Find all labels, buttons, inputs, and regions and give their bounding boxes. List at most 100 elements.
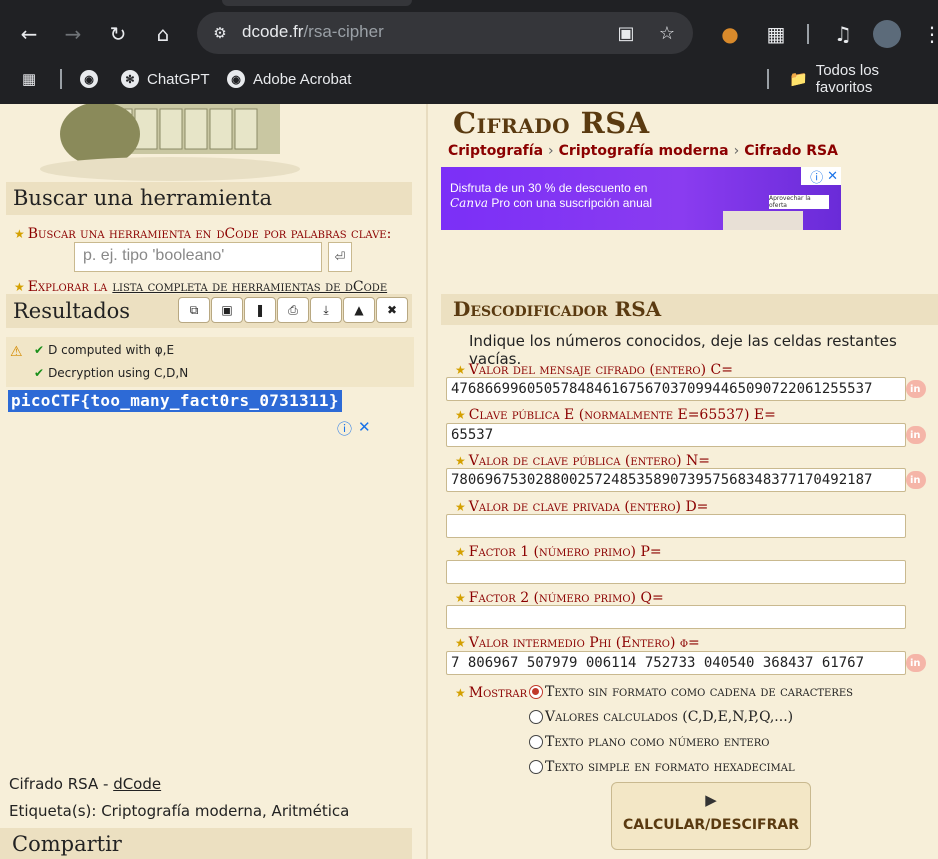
search-prompt: ★ Buscar una herramienta en dCode por pal… [14, 223, 391, 242]
breadcrumb-item[interactable]: Criptografía [448, 143, 543, 159]
ciphertext-input[interactable]: 4768669960505784846167567037099446509072… [446, 377, 906, 401]
apps-icon[interactable]: ▦ [22, 66, 36, 92]
all-bookmarks[interactable]: 📁 Todos los favoritos [789, 62, 938, 96]
field-label-e: ★ Clave pública E (normalmente E=65537) E… [455, 404, 776, 423]
full-tool-list-link[interactable]: lista completa de herramientas de dCode [112, 279, 387, 295]
home-icon[interactable]: ⌂ [149, 20, 177, 48]
show-label-text: Mostrar [468, 685, 528, 701]
breadcrumb: Criptografía › Criptografía moderna › Cifrad… [448, 143, 838, 159]
info-icon[interactable]: in [906, 654, 926, 672]
globe-icon[interactable]: ◉ [80, 66, 98, 92]
radio-calculated-values[interactable]: Valores calculados (C,D,E,N,P,Q,...) [529, 709, 793, 725]
results-toolbar: ⧉ ▣ ❚ ⎙ ⤓ ▲ ✖ [178, 297, 408, 323]
bookmark-acrobat[interactable]: ◉ Adobe Acrobat [227, 66, 351, 92]
phi-input[interactable]: 7 806967 507979 006114 752733 040540 368… [446, 651, 906, 675]
modulus-input[interactable]: 7806967530288002572485358907395756834837… [446, 468, 906, 492]
extensions-icon[interactable]: ▦ [762, 20, 790, 48]
info-icon[interactable]: in [906, 471, 926, 489]
radio-plaintext-integer[interactable]: Texto plano como número entero [529, 734, 769, 750]
star-icon: ★ [455, 500, 466, 514]
radio-icon[interactable] [529, 735, 543, 749]
star-icon: ★ [14, 227, 25, 241]
back-icon[interactable]: ← [15, 20, 43, 48]
field-label-text: Factor 2 (número primo) Q= [468, 590, 664, 606]
breadcrumb-item[interactable]: Cifrado RSA [744, 143, 838, 159]
radio-selected-icon[interactable] [529, 685, 543, 699]
url-text[interactable]: dcode.fr/rsa-cipher [242, 22, 384, 42]
bookmark-divider [767, 69, 769, 89]
screenshot-icon[interactable]: ▣ [211, 297, 243, 323]
translate-icon[interactable]: ▣ [615, 22, 637, 44]
copy-icon[interactable]: ⧉ [178, 297, 210, 323]
canva-ad-banner[interactable]: Disfruta de un 30 % de descuento en Canva… [441, 167, 841, 230]
public-exponent-input[interactable]: 65537 [446, 423, 906, 447]
search-prompt-site: dCode [216, 226, 259, 242]
breadcrumb-item[interactable]: Criptografía moderna [559, 143, 729, 159]
media-control-icon[interactable]: ♫ [829, 20, 857, 48]
address-bar[interactable]: ⚙ dcode.fr/rsa-cipher ▣ ☆ [197, 12, 693, 54]
ad-close-icon[interactable]: ✕ [827, 169, 838, 184]
menu-icon[interactable]: ⋮ [918, 20, 938, 48]
active-tab[interactable] [222, 0, 412, 6]
field-label-q: ★ Factor 2 (número primo) Q= [455, 587, 664, 606]
page-title: Cifrado RSA [453, 106, 650, 140]
search-prompt-suffix: por palabras clave: [263, 226, 392, 242]
ad-info-icon[interactable]: ⓘ [337, 418, 352, 439]
print-icon[interactable]: ⎙ [277, 297, 309, 323]
ad-close-icon[interactable]: ✕ [358, 418, 371, 436]
dcode-link[interactable]: dCode [113, 775, 161, 793]
play-icon: ▶ [705, 791, 717, 809]
field-label-text: Valor de clave pública (entero) N= [468, 453, 711, 469]
star-icon: ★ [455, 363, 466, 377]
close-results-icon[interactable]: ✖ [376, 297, 408, 323]
search-section-title: Buscar una herramienta [6, 182, 412, 215]
forward-icon[interactable]: → [59, 20, 87, 48]
search-prompt-prefix: Buscar una herramienta en [27, 226, 212, 242]
tool-search-input[interactable]: p. ej. tipo 'booleano' [74, 242, 322, 272]
info-icon[interactable]: in [906, 426, 926, 444]
pin-icon[interactable]: ▲ [343, 297, 375, 323]
columns-icon[interactable]: ❚ [244, 297, 276, 323]
ad-cta-button[interactable]: Aprovechar la oferta [769, 195, 829, 209]
field-label-c: ★ Valor del mensaje cifrado (entero) C= [455, 359, 733, 378]
profile-avatar[interactable] [873, 20, 901, 48]
star-icon: ★ [455, 408, 466, 422]
bookmark-star-icon[interactable]: ☆ [656, 22, 678, 44]
field-label-text: Valor del mensaje cifrado (entero) C= [468, 362, 733, 378]
field-label-text: Valor intermedio Phi (Entero) φ= [468, 635, 700, 651]
acrobat-icon: ◉ [227, 70, 245, 88]
info-icon[interactable]: in [906, 380, 926, 398]
reload-icon[interactable]: ↻ [104, 20, 132, 48]
star-icon: ★ [455, 545, 466, 559]
private-key-input[interactable] [446, 514, 906, 538]
site-settings-icon[interactable]: ⚙ [209, 22, 231, 44]
download-icon[interactable]: ⤓ [310, 297, 342, 323]
radio-plaintext-hex[interactable]: Texto simple en formato hexadecimal [529, 759, 795, 775]
ad-image [723, 211, 803, 230]
radio-plaintext-string[interactable]: Texto sin formato como cadena de caracte… [529, 684, 853, 700]
all-bookmarks-label: Todos los favoritos [815, 62, 880, 96]
result-text: D computed with φ,E [48, 343, 175, 357]
calculate-decrypt-button[interactable]: ▶ Calcular/Descifrar [611, 782, 811, 850]
decoder-title: Descodificador RSA [441, 294, 938, 325]
ad-info-icon[interactable]: ⓘ [810, 167, 823, 186]
warning-icon: ⚠ [10, 344, 23, 360]
result-item: ✔ Decryption using C,D,N [34, 366, 188, 380]
browser-chrome: ← → ↻ ⌂ ⚙ dcode.fr/rsa-cipher ▣ ☆ ● ▦ ♫ … [0, 0, 938, 104]
factor-p-input[interactable] [446, 560, 906, 584]
star-icon: ★ [455, 454, 466, 468]
explore-prefix: Explorar la [27, 279, 108, 295]
footer-source: Cifrado RSA - dCode [9, 775, 161, 793]
radio-label: Valores calculados (C,D,E,N,P,Q,...) [545, 709, 794, 725]
bookmark-chatgpt[interactable]: ✼ ChatGPT [121, 66, 210, 92]
factor-q-input[interactable] [446, 605, 906, 629]
star-icon: ★ [455, 636, 466, 650]
search-enter-button[interactable]: ⏎ [328, 242, 352, 272]
radio-label: Texto sin formato como cadena de caracte… [545, 684, 854, 700]
radio-icon[interactable] [529, 710, 543, 724]
cookie-extension-icon[interactable]: ● [716, 20, 744, 48]
decrypted-flag-text[interactable]: picoCTF{too_many_fact0rs_0731311} [8, 390, 342, 412]
ad-brand: Canva [450, 196, 488, 210]
logo-cryptex-image [20, 104, 350, 182]
radio-icon[interactable] [529, 760, 543, 774]
